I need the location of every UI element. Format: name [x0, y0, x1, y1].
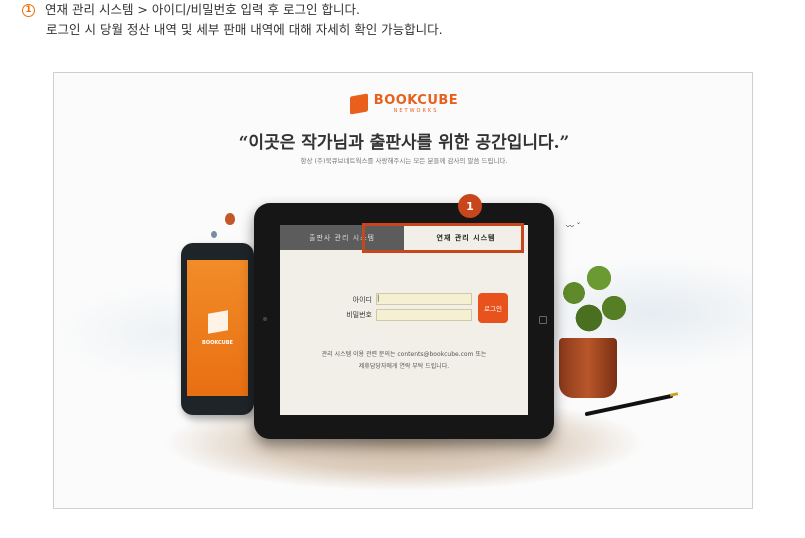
instruction-line-2: 로그인 시 당월 정산 내역 및 세부 판매 내역에 대해 자세히 확인 가능합… — [46, 22, 443, 37]
step-number-icon: 1 — [22, 3, 35, 17]
headline: “이곳은 작가님과 출판사를 위한 공간입니다.” — [238, 133, 570, 153]
subline: 항상 (주)북큐브네트웍스를 사랑해주시는 모든 분들께 감사의 말씀 드립니다… — [300, 157, 508, 165]
help-text-line-2: 제휴담당자에게 연락 부탁 드립니다. — [358, 363, 450, 370]
callout-badge: 1 — [458, 194, 482, 218]
phone-app-label: BOOKCUBE — [202, 340, 233, 346]
home-button-icon — [539, 316, 547, 324]
phone-screen: BOOKCUBE — [187, 260, 248, 396]
login-page-screenshot: BOOKCUBE NETWORKS “이곳은 작가님과 출판사를 위한 공간입니… — [53, 72, 753, 509]
instructions: 1 연재 관리 시스템 > 아이디/비밀번호 입력 후 로그인 합니다. 로그인… — [22, 0, 443, 40]
id-label: 아이디 — [352, 296, 372, 304]
instruction-line-1: 연재 관리 시스템 > 아이디/비밀번호 입력 후 로그인 합니다. — [45, 2, 360, 17]
tablet-display: 출판사 관리 시스템 연재 관리 시스템 아이디 | 비밀번호 로그인 관리 시… — [280, 225, 528, 415]
hot-air-balloon-icon — [211, 231, 217, 238]
help-text-line-1: 관리 시스템 이용 관련 문의는 contents@bookcube.com 또… — [321, 351, 487, 358]
camera-icon — [263, 317, 267, 321]
password-label: 비밀번호 — [346, 311, 372, 319]
plant-pot — [559, 338, 617, 398]
highlight-box — [362, 223, 524, 253]
hot-air-balloon-icon — [225, 213, 235, 225]
id-input[interactable]: | — [376, 293, 472, 305]
bookcube-logo: BOOKCUBE NETWORKS — [54, 92, 752, 115]
login-button[interactable]: 로그인 — [478, 293, 508, 323]
book-cube-icon — [208, 310, 228, 334]
password-input[interactable] — [376, 309, 472, 321]
plant-leaves — [549, 253, 639, 348]
brand-name: BOOKCUBE — [373, 93, 459, 108]
cube-icon — [349, 92, 368, 115]
brand-sub: NETWORKS — [393, 108, 439, 114]
birds-icon: 〰 ˇ — [566, 222, 581, 231]
smartphone: BOOKCUBE — [181, 243, 254, 415]
